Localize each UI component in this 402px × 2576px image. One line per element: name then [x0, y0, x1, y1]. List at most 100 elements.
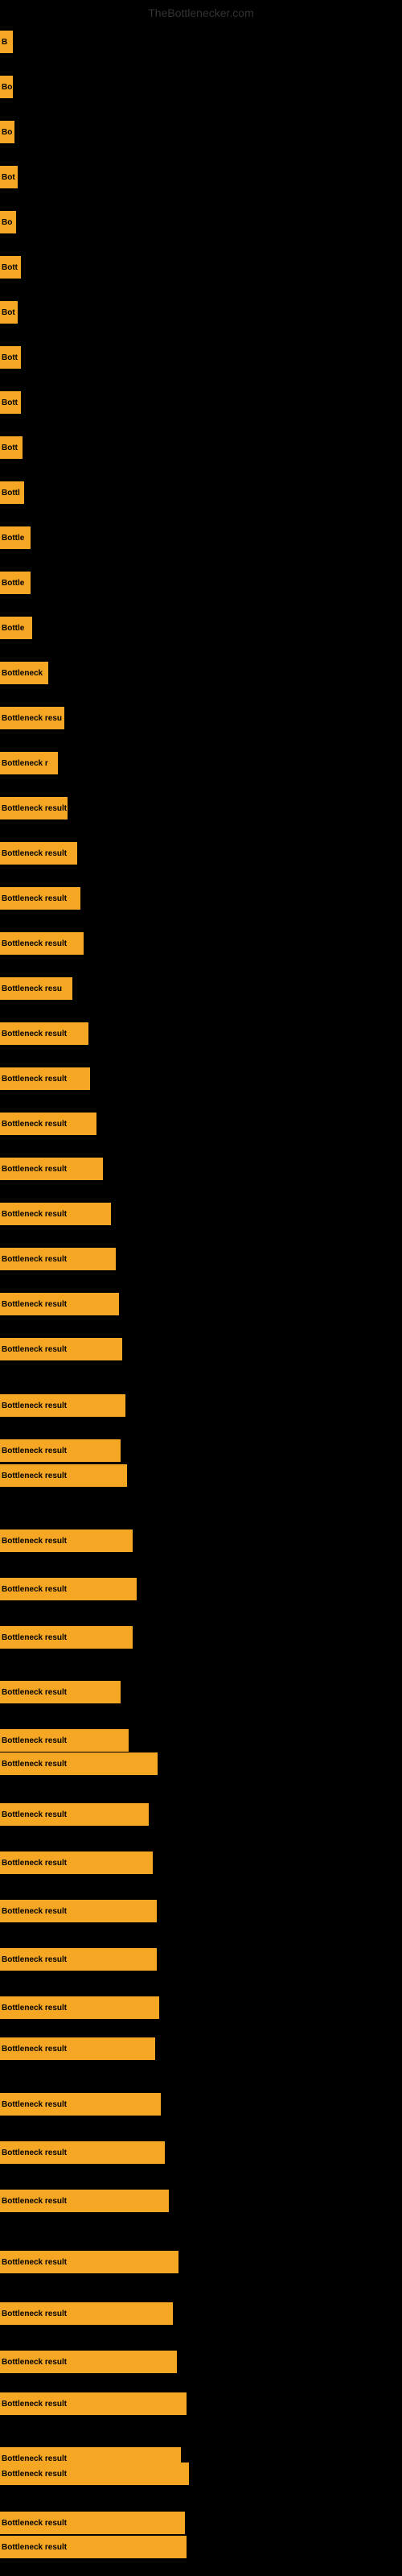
bar-label: Bottleneck resu [2, 714, 62, 723]
bar-row: Bottleneck result [0, 1113, 96, 1135]
bar-row: Bottleneck result [0, 1803, 149, 1826]
bar-label: Bott [2, 353, 18, 362]
bar-label: Bottleneck result [2, 2045, 67, 2054]
bar-row: Bottleneck result [0, 797, 68, 819]
bar-label: Bo [2, 218, 12, 227]
bar-label: Bottleneck result [2, 2543, 67, 2552]
bar-row: Bottleneck result [0, 1996, 159, 2019]
bar-label: Bottle [2, 624, 24, 633]
bar-row: Bottleneck result [0, 2141, 165, 2164]
bar-label: Bottleneck result [2, 1165, 67, 1174]
bar-label: Bottleneck result [2, 1300, 67, 1309]
bar-label: Bo [2, 83, 12, 92]
bar-row: Bottleneck result [0, 2251, 178, 2273]
bar-label: Bott [2, 263, 18, 272]
bar-label: Bottleneck result [2, 1030, 67, 1038]
bar-row: Bott [0, 346, 21, 369]
bar-row: Bottleneck result [0, 1900, 157, 1922]
bar-label: Bottleneck result [2, 1810, 67, 1819]
bar-label: Bottleneck result [2, 1210, 67, 1219]
bar-row: Bottleneck result [0, 1626, 133, 1649]
bar-label: Bottleneck result [2, 1688, 67, 1697]
bar-row: Bottleneck result [0, 1158, 103, 1180]
bar-row: Bottleneck result [0, 2392, 187, 2415]
bar-row: Bottleneck r [0, 752, 58, 774]
bar-row: Bottleneck result [0, 2093, 161, 2116]
bar-label: Bottle [2, 534, 24, 543]
bar-label: Bottleneck result [2, 1585, 67, 1594]
bar-row: Bottleneck result [0, 1439, 121, 1462]
bar-row: Bo [0, 211, 16, 233]
bar-row: Bottle [0, 526, 31, 549]
bar-label: Bottleneck result [2, 2519, 67, 2528]
site-title: TheBottlenecker.com [148, 6, 254, 19]
bar-label: Bottleneck result [2, 2400, 67, 2409]
bar-row: Bottleneck result [0, 1464, 127, 1487]
bar-label: Bottleneck result [2, 2310, 67, 2318]
bar-row: Bottleneck result [0, 932, 84, 955]
bar-label: Bottleneck result [2, 804, 67, 813]
bar-row: Bottleneck result [0, 2536, 187, 2558]
bar-row: Bott [0, 436, 23, 459]
bar-label: Bottleneck result [2, 894, 67, 903]
bar-label: Bottleneck result [2, 1736, 67, 1745]
bar-label: Bottleneck result [2, 1447, 67, 1455]
bar-label: Bottleneck result [2, 849, 67, 858]
bar-label: Bottleneck r [2, 759, 48, 768]
bar-row: Bottl [0, 481, 24, 504]
bar-row: Bottleneck result [0, 2512, 185, 2534]
bar-row: Bottleneck result [0, 1729, 129, 1752]
bar-label: Bottleneck result [2, 939, 67, 948]
bar-row: Bottleneck result [0, 2351, 177, 2373]
bar-label: Bottl [2, 489, 20, 497]
bar-row: Bottleneck result [0, 1022, 88, 1045]
bar-row: Bottleneck result [0, 1948, 157, 1971]
bar-label: Bottleneck result [2, 1907, 67, 1916]
bar-row: Bottleneck [0, 662, 48, 684]
bar-label: Bottleneck result [2, 1859, 67, 1868]
bar-row: Bottleneck result [0, 1248, 116, 1270]
bar-row: Bottleneck result [0, 842, 77, 865]
bar-row: Bottleneck result [0, 2302, 173, 2325]
bar-row: Bottleneck result [0, 1338, 122, 1360]
bar-label: Bottleneck result [2, 1472, 67, 1480]
bar-label: Bo [2, 128, 12, 137]
bar-row: Bottleneck result [0, 1681, 121, 1703]
bar-label: Bot [2, 308, 15, 317]
bar-label: B [2, 38, 7, 47]
bar-row: Bottleneck result [0, 887, 80, 910]
bar-row: Bot [0, 301, 18, 324]
bar-row: Bottleneck result [0, 2190, 169, 2212]
bar-row: Bottleneck resu [0, 977, 72, 1000]
bar-label: Bottleneck result [2, 2100, 67, 2109]
bar-label: Bottleneck result [2, 1537, 67, 1546]
bar-row: B [0, 31, 13, 53]
bar-row: Bottleneck resu [0, 707, 64, 729]
bar-label: Bottleneck result [2, 2004, 67, 2013]
bar-label: Bottleneck result [2, 1120, 67, 1129]
bar-label: Bottleneck result [2, 2258, 67, 2267]
bar-row: Bottleneck result [0, 1067, 90, 1090]
bar-row: Bottleneck result [0, 1578, 137, 1600]
bar-row: Bottleneck result [0, 1852, 153, 1874]
bar-row: Bottleneck result [0, 1752, 158, 1775]
bar-label: Bottleneck result [2, 1075, 67, 1084]
bar-label: Bottleneck resu [2, 985, 62, 993]
bar-row: Bott [0, 391, 21, 414]
bar-label: Bottleneck [2, 669, 43, 678]
bar-row: Bot [0, 166, 18, 188]
bar-row: Bottleneck result [0, 2037, 155, 2060]
bar-row: Bott [0, 256, 21, 279]
bar-row: Bottle [0, 572, 31, 594]
bar-label: Bott [2, 398, 18, 407]
bar-label: Bottleneck result [2, 1955, 67, 1964]
bar-label: Bott [2, 444, 18, 452]
bar-label: Bottleneck result [2, 2454, 67, 2463]
bar-label: Bottleneck result [2, 1345, 67, 1354]
bar-row: Bo [0, 121, 14, 143]
bar-label: Bottleneck result [2, 1402, 67, 1410]
bar-row: Bottle [0, 617, 32, 639]
bar-label: Bottleneck result [2, 2470, 67, 2479]
bar-row: Bottleneck result [0, 1394, 125, 1417]
bar-label: Bottleneck result [2, 2358, 67, 2367]
